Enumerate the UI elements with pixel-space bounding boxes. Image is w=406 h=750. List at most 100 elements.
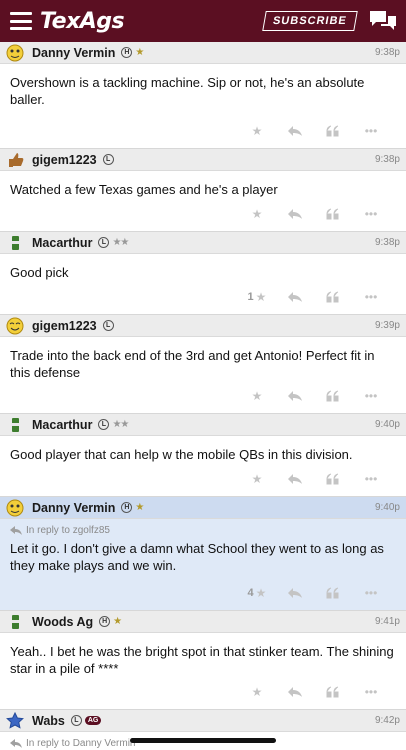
post-time[interactable]: 9:38p	[375, 154, 400, 165]
quote-icon[interactable]	[314, 686, 352, 698]
post-time[interactable]: 9:40p	[375, 502, 400, 513]
post-time[interactable]: 9:40p	[375, 419, 400, 430]
reply-icon[interactable]	[276, 686, 314, 698]
site-logo[interactable]: TexAgs	[40, 9, 125, 34]
username[interactable]: Wabs	[32, 714, 65, 728]
post-body: Yeah.. I bet he was the bright spot in t…	[10, 644, 394, 676]
quote-icon[interactable]	[314, 291, 352, 303]
reply-icon[interactable]	[276, 125, 314, 137]
reply-to-text: In reply to Danny Vermin	[26, 738, 136, 749]
reply-icon[interactable]	[276, 390, 314, 402]
like-count-star[interactable]: 4 ★	[238, 586, 276, 600]
post-body: Let it go. I don't give a damn what Scho…	[10, 541, 384, 573]
star-icon[interactable]	[6, 711, 24, 730]
chat-bubbles-icon[interactable]	[368, 9, 398, 33]
username[interactable]: gigem1223	[32, 319, 97, 333]
post-actions: ★ •••	[0, 114, 406, 148]
post-header: Woods Ag H ★ 9:41p	[0, 611, 406, 633]
post-time[interactable]: 9:38p	[375, 47, 400, 58]
post: Wabs L AG 9:42p In reply to Danny Vermin	[0, 710, 406, 749]
quote-icon[interactable]	[314, 390, 352, 402]
post-body: Overshown is a tackling machine. Sip or …	[10, 75, 365, 107]
more-icon[interactable]: •••	[352, 124, 390, 138]
more-icon[interactable]: •••	[352, 290, 390, 304]
post: gigem1223 L 9:38p Watched a few Texas ga…	[0, 149, 406, 232]
post-time[interactable]: 9:38p	[375, 237, 400, 248]
post-actions: ★ •••	[0, 197, 406, 231]
rank-badge: L	[98, 237, 110, 248]
like-count: 4	[247, 587, 254, 599]
post-actions: ★ •••	[0, 462, 406, 496]
more-icon[interactable]: •••	[352, 389, 390, 403]
post-actions: ★ •••	[0, 379, 406, 413]
username[interactable]: Macarthur	[32, 236, 92, 250]
reply-icon[interactable]	[276, 587, 314, 599]
star-rating: ★★	[112, 237, 129, 248]
username[interactable]: gigem1223	[32, 153, 97, 167]
post-header: Macarthur L ★★ 9:40p	[0, 414, 406, 436]
post: Macarthur L ★★ 9:40p Good player that ca…	[0, 414, 406, 497]
post-body: Watched a few Texas games and he's a pla…	[10, 182, 278, 197]
star-icon: ★	[255, 586, 267, 600]
quote-icon[interactable]	[314, 125, 352, 137]
post-actions: 4 ★ •••	[0, 576, 406, 610]
more-icon[interactable]: •••	[352, 586, 390, 600]
beer-can-icon[interactable]	[6, 234, 24, 252]
reply-icon[interactable]	[276, 291, 314, 303]
username[interactable]: Woods Ag	[32, 615, 93, 629]
post-header: Wabs L AG 9:42p	[0, 710, 406, 732]
post-header: gigem1223 L 9:39p	[0, 315, 406, 337]
quote-icon[interactable]	[314, 208, 352, 220]
emoji-face-icon[interactable]	[6, 44, 24, 62]
post-actions: ★ •••	[0, 675, 406, 709]
post: Woods Ag H ★ 9:41p Yeah.. I bet he was t…	[0, 611, 406, 710]
star-icon: ★	[255, 290, 267, 304]
rank-badge: H	[121, 47, 133, 58]
post-time[interactable]: 9:39p	[375, 320, 400, 331]
subscribe-button[interactable]: SUBSCRIBE	[262, 11, 358, 31]
reply-reference[interactable]: In reply to zgolfz85	[0, 519, 406, 536]
quote-icon[interactable]	[314, 473, 352, 485]
post-body: Trade into the back end of the 3rd and g…	[10, 348, 375, 380]
more-icon[interactable]: •••	[352, 207, 390, 221]
quote-icon[interactable]	[314, 587, 352, 599]
post-body: Good player that can help w the mobile Q…	[10, 447, 353, 462]
smiley-icon[interactable]	[6, 317, 24, 335]
star-rating: ★	[135, 47, 144, 58]
rank-badge: L	[98, 419, 110, 430]
star-rating: ★★	[112, 419, 129, 430]
hamburger-menu-icon[interactable]	[10, 12, 32, 30]
star-icon[interactable]: ★	[238, 124, 276, 138]
star-icon[interactable]: ★	[238, 685, 276, 699]
star-icon[interactable]: ★	[238, 472, 276, 486]
rank-badge: H	[121, 502, 133, 513]
like-count: 1	[247, 291, 254, 303]
reply-to-text: In reply to zgolfz85	[26, 525, 110, 536]
post-feed: Danny Vermin H ★ 9:38p Overshown is a ta…	[0, 42, 406, 749]
post-time[interactable]: 9:42p	[375, 715, 400, 726]
more-icon[interactable]: •••	[352, 685, 390, 699]
like-count-star[interactable]: 1 ★	[238, 290, 276, 304]
rank-badge: H	[99, 616, 111, 627]
home-indicator[interactable]	[130, 738, 276, 743]
emoji-face-icon[interactable]	[6, 499, 24, 517]
post-header: Danny Vermin H ★ 9:38p	[0, 42, 406, 64]
rank-badge: L	[102, 320, 114, 331]
beer-can-icon[interactable]	[6, 416, 24, 434]
username[interactable]: Macarthur	[32, 418, 92, 432]
more-icon[interactable]: •••	[352, 472, 390, 486]
rank-badge: L	[102, 154, 114, 165]
star-icon[interactable]: ★	[238, 207, 276, 221]
beer-can-icon[interactable]	[6, 613, 24, 631]
thumbs-up-icon[interactable]	[6, 151, 24, 169]
post: Macarthur L ★★ 9:38p Good pick 1 ★ •••	[0, 232, 406, 315]
reply-icon[interactable]	[276, 473, 314, 485]
post-time[interactable]: 9:41p	[375, 616, 400, 627]
star-rating: ★	[113, 616, 122, 627]
post-header: Macarthur L ★★ 9:38p	[0, 232, 406, 254]
reply-icon[interactable]	[276, 208, 314, 220]
star-rating: ★	[135, 502, 144, 513]
username[interactable]: Danny Vermin	[32, 501, 115, 515]
star-icon[interactable]: ★	[238, 389, 276, 403]
username[interactable]: Danny Vermin	[32, 46, 115, 60]
